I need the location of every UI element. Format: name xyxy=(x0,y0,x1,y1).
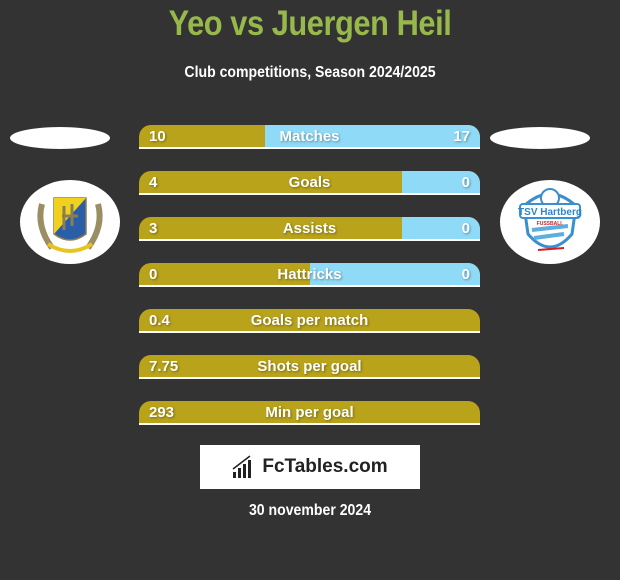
stat-row-hattricks: 0 Hattricks 0 xyxy=(139,263,480,287)
stat-label: Shots per goal xyxy=(257,358,362,375)
left-team-logo[interactable] xyxy=(20,180,120,264)
stat-row-min-per-goal: 293 Min per goal xyxy=(139,401,480,425)
bar-chart-icon xyxy=(232,455,252,478)
stat-label: Assists xyxy=(282,220,337,237)
stat-row-matches: 10 Matches 17 xyxy=(139,125,480,149)
yellow-blue-crest-with-laurel-icon xyxy=(37,197,103,253)
stat-row-goals-per-match: 0.4 Goals per match xyxy=(139,309,480,333)
brand-name: FcTables.com xyxy=(262,456,388,477)
stat-row-goals: 4 Goals 0 xyxy=(139,171,480,195)
stat-label: Goals xyxy=(288,174,331,191)
stat-row-shots-per-goal: 7.75 Shots per goal xyxy=(139,355,480,379)
right-value: 0 xyxy=(461,174,470,191)
left-player-oval xyxy=(10,127,110,149)
stat-label: Matches xyxy=(279,128,340,145)
stat-row-assists: 3 Assists 0 xyxy=(139,217,480,241)
date-label: 30 november 2024 xyxy=(248,502,372,519)
stat-label: Min per goal xyxy=(265,404,354,421)
right-team-logo[interactable]: TSV Hartberg FUSSBALL xyxy=(500,180,600,264)
page-title: Yeo vs Juergen Heil xyxy=(168,4,452,43)
page-subtitle: Club competitions, Season 2024/2025 xyxy=(184,64,436,81)
svg-text:TSV Hartberg: TSV Hartberg xyxy=(518,207,582,218)
right-value: 0 xyxy=(461,220,470,237)
stat-label: Goals per match xyxy=(250,312,369,329)
fctables-logo[interactable]: FcTables.com xyxy=(200,445,420,489)
tsv-hartberg-crest-icon: TSV Hartberg FUSSBALL xyxy=(518,188,582,251)
right-player-oval xyxy=(490,127,590,149)
right-value: 0 xyxy=(461,266,470,283)
right-value: 17 xyxy=(453,128,470,145)
stat-label: Hattricks xyxy=(277,266,342,283)
